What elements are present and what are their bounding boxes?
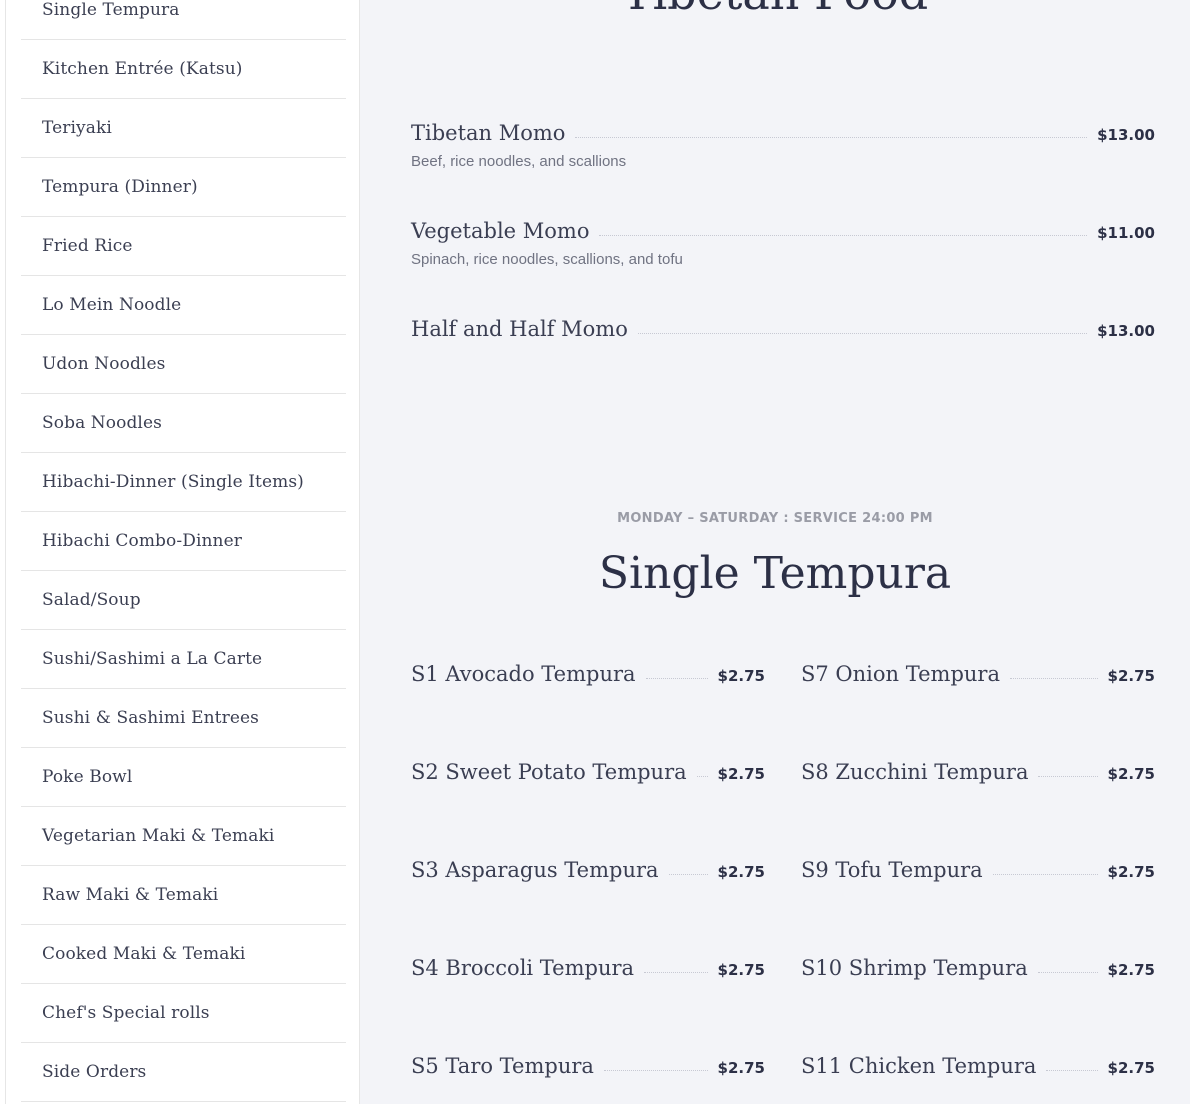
sidebar-item-salad-soup[interactable]: Salad/Soup <box>21 571 346 630</box>
section-title-tibetan-food: Tibetan Food <box>360 0 1190 20</box>
menu-item-tibetan-momo: Tibetan Momo $13.00 <box>411 121 1155 145</box>
menu-item-s3: S3 Asparagus Tempura $2.75 <box>411 858 765 882</box>
menu-item-price: $11.00 <box>1097 224 1155 242</box>
sidebar-item-sushi-sashimi-a-la-carte[interactable]: Sushi/Sashimi a La Carte <box>21 630 346 689</box>
menu-item-s7: S7 Onion Tempura $2.75 <box>801 662 1155 686</box>
menu-item-name: S10 Shrimp Tempura <box>801 956 1028 980</box>
menu-item-s2: S2 Sweet Potato Tempura $2.75 <box>411 760 765 784</box>
menu-item-s8: S8 Zucchini Tempura $2.75 <box>801 760 1155 784</box>
section-title-single-tempura: Single Tempura <box>598 548 952 599</box>
sidebar-item-teriyaki[interactable]: Teriyaki <box>21 99 346 158</box>
dotted-leader <box>645 678 708 679</box>
menu-item-half-and-half-momo: Half and Half Momo $13.00 <box>411 317 1155 341</box>
menu-item-price: $2.75 <box>717 765 765 783</box>
category-sidebar: Single Tempura Kitchen Entrée (Katsu) Te… <box>5 0 360 1104</box>
menu-item-name: S11 Chicken Tempura <box>801 1054 1037 1078</box>
menu-item-description: Spinach, rice noodles, scallions, and to… <box>411 251 683 268</box>
sidebar-item-tempura-dinner[interactable]: Tempura (Dinner) <box>21 158 346 217</box>
menu-item-price: $2.75 <box>1107 863 1155 881</box>
menu-item-s9: S9 Tofu Tempura $2.75 <box>801 858 1155 882</box>
dotted-leader <box>1037 972 1098 973</box>
sidebar-item-kitchen-entree-katsu[interactable]: Kitchen Entrée (Katsu) <box>21 40 346 99</box>
menu-item-price: $2.75 <box>1107 1059 1155 1077</box>
menu-item-s10: S10 Shrimp Tempura $2.75 <box>801 956 1155 980</box>
menu-item-price: $2.75 <box>1107 961 1155 979</box>
menu-item-name: S5 Taro Tempura <box>411 1054 594 1078</box>
menu-item-vegetable-momo: Vegetable Momo $11.00 <box>411 219 1155 243</box>
sidebar-item-soba-noodles[interactable]: Soba Noodles <box>21 394 346 453</box>
dotted-leader <box>992 874 1098 875</box>
menu-item-name: Tibetan Momo <box>411 121 566 145</box>
sidebar-item-sushi-sashimi-entrees[interactable]: Sushi & Sashimi Entrees <box>21 689 346 748</box>
sidebar-item-lo-mein-noodle[interactable]: Lo Mein Noodle <box>21 276 346 335</box>
sidebar-item-udon-noodles[interactable]: Udon Noodles <box>21 335 346 394</box>
menu-item-s5: S5 Taro Tempura $2.75 <box>411 1054 765 1078</box>
dotted-leader <box>575 137 1088 138</box>
menu-item-price: $2.75 <box>717 863 765 881</box>
sidebar-item-hibachi-combo-dinner[interactable]: Hibachi Combo-Dinner <box>21 512 346 571</box>
dotted-leader <box>603 1070 708 1071</box>
menu-item-name: S4 Broccoli Tempura <box>411 956 635 980</box>
sidebar-item-raw-maki-temaki[interactable]: Raw Maki & Temaki <box>21 866 346 925</box>
sidebar-item-side-orders[interactable]: Side Orders <box>21 1043 346 1102</box>
menu-content: Tibetan Food Tibetan Momo $13.00 Beef, r… <box>360 0 1190 1104</box>
sidebar-item-vegetarian-maki-temaki[interactable]: Vegetarian Maki & Temaki <box>21 807 346 866</box>
category-list: Single Tempura Kitchen Entrée (Katsu) Te… <box>21 0 346 1102</box>
dotted-leader <box>1038 776 1098 777</box>
menu-item-s11: S11 Chicken Tempura $2.75 <box>801 1054 1155 1078</box>
sidebar-item-cooked-maki-temaki[interactable]: Cooked Maki & Temaki <box>21 925 346 984</box>
sidebar-item-fried-rice[interactable]: Fried Rice <box>21 217 346 276</box>
menu-item-price: $13.00 <box>1097 126 1155 144</box>
service-hours: MONDAY – SATURDAY : SERVICE 24:00 PM <box>617 511 933 526</box>
menu-item-price: $2.75 <box>717 1059 765 1077</box>
menu-item-name: S1 Avocado Tempura <box>411 662 636 686</box>
menu-item-name: S2 Sweet Potato Tempura <box>411 760 687 784</box>
menu-item-name: S3 Asparagus Tempura <box>411 858 659 882</box>
dotted-leader <box>1009 678 1098 679</box>
dotted-leader <box>644 972 708 973</box>
sidebar-item-single-tempura[interactable]: Single Tempura <box>21 0 346 40</box>
dotted-leader <box>637 333 1088 334</box>
dotted-leader <box>1046 1070 1098 1071</box>
dotted-leader <box>696 776 708 777</box>
menu-item-name: S7 Onion Tempura <box>801 662 1000 686</box>
menu-item-price: $13.00 <box>1097 322 1155 340</box>
menu-item-name: S8 Zucchini Tempura <box>801 760 1029 784</box>
menu-item-s1: S1 Avocado Tempura $2.75 <box>411 662 765 686</box>
menu-item-price: $2.75 <box>1107 667 1155 685</box>
menu-item-price: $2.75 <box>717 961 765 979</box>
dotted-leader <box>599 235 1088 236</box>
dotted-leader <box>668 874 708 875</box>
menu-item-name: Half and Half Momo <box>411 317 628 341</box>
sidebar-item-hibachi-dinner-single[interactable]: Hibachi-Dinner (Single Items) <box>21 453 346 512</box>
menu-item-name: Vegetable Momo <box>411 219 590 243</box>
menu-item-price: $2.75 <box>1107 765 1155 783</box>
sidebar-item-poke-bowl[interactable]: Poke Bowl <box>21 748 346 807</box>
sidebar-item-chefs-special-rolls[interactable]: Chef's Special rolls <box>21 984 346 1043</box>
menu-item-price: $2.75 <box>717 667 765 685</box>
menu-item-name: S9 Tofu Tempura <box>801 858 983 882</box>
menu-item-description: Beef, rice noodles, and scallions <box>411 153 627 170</box>
menu-item-s4: S4 Broccoli Tempura $2.75 <box>411 956 765 980</box>
